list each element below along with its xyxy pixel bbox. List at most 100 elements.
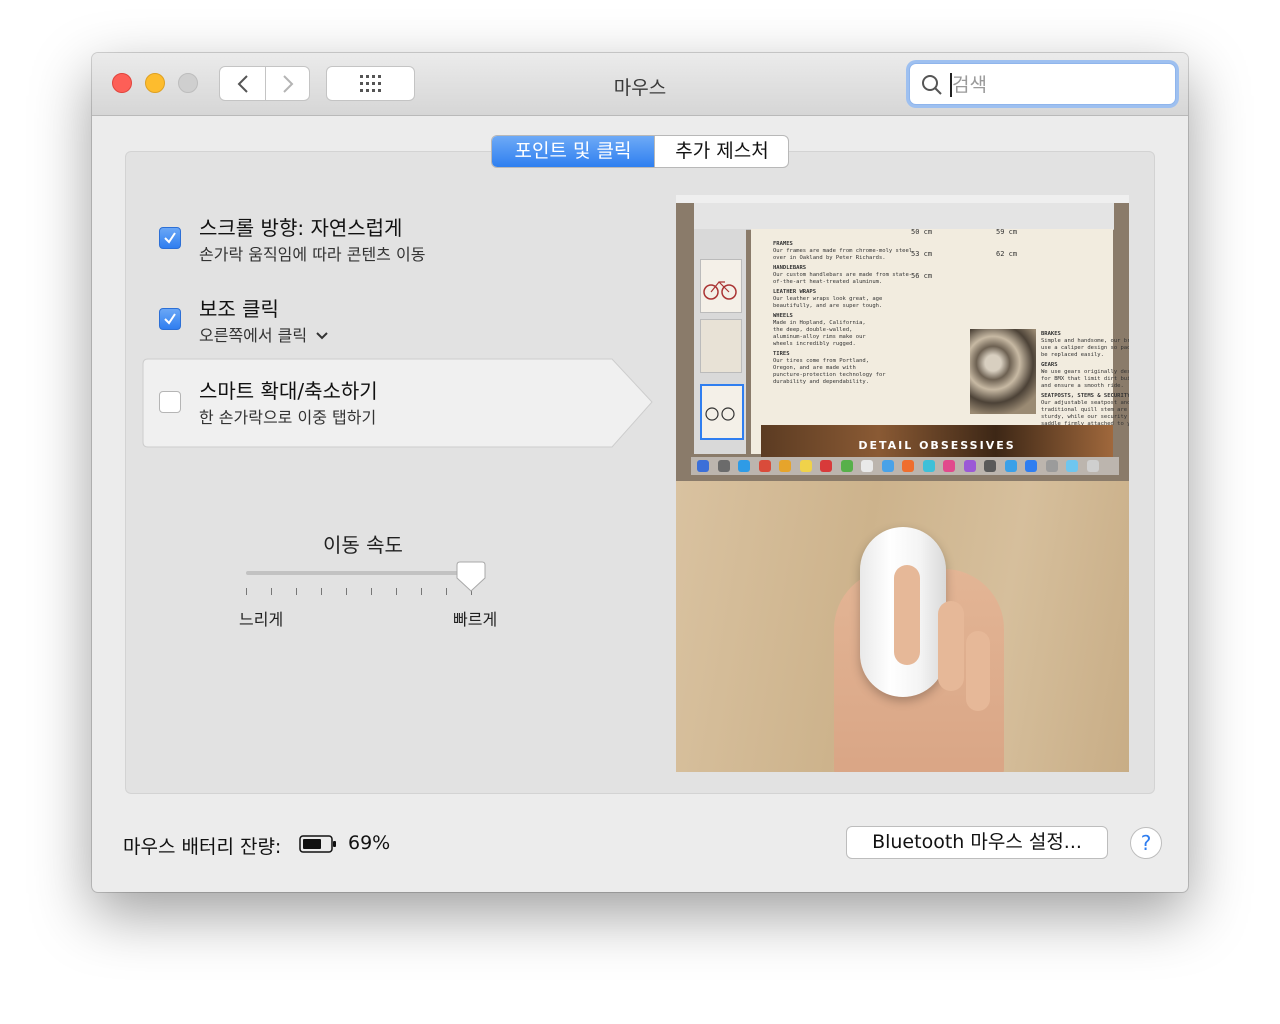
dock-app-icon — [963, 460, 976, 472]
preview-doc-line: and ensure a smooth ride. — [1041, 383, 1124, 389]
dock-app-icon — [1045, 460, 1058, 472]
preview-desk — [676, 481, 1129, 772]
preview-screen: FRAMES Our frames are made from chrome-mo… — [676, 195, 1129, 481]
tracking-speed-track[interactable] — [246, 571, 471, 575]
preview-doc-line: puncture-protection technology for — [773, 372, 886, 378]
slider-tick — [246, 588, 247, 595]
smart-zoom-title: 스마트 확대/축소하기 — [199, 379, 378, 403]
slider-tick — [396, 588, 397, 595]
preview-doc-line: for BMX that limit dirt buildup — [1041, 376, 1129, 382]
title-bar: 마우스 — [92, 53, 1188, 116]
dock-app-icon — [881, 460, 894, 472]
preview-doc-line: durability and dependability. — [773, 379, 870, 385]
scroll-direction-title: 스크롤 방향: 자연스럽게 — [199, 216, 403, 240]
preview-doc-line: Our leather wraps look great, age — [773, 296, 883, 302]
preview-doc-right-column: BRAKESSimple and handsome, our brakesuse… — [1041, 331, 1129, 431]
preview-page-thumb — [700, 319, 742, 373]
preview-doc-heading: WHEELS — [773, 313, 793, 319]
battery-label: 마우스 배터리 잔량: — [123, 836, 282, 858]
preview-doc-line: Our frames are made from chrome-moly ste… — [773, 248, 913, 254]
dock-app-icon — [922, 460, 935, 472]
preferences-window: 마우스 스크롤 방향: 자연스럽게 손가락 움직임에 따라 콘텐츠 이동 보조 … — [92, 53, 1188, 892]
smart-zoom-subtitle: 한 손가락으로 이중 탭하기 — [199, 408, 377, 427]
slider-tick — [296, 588, 297, 595]
help-button[interactable]: ? — [1130, 827, 1162, 859]
dock-app-icon — [738, 460, 750, 472]
slider-tick — [321, 588, 322, 595]
slider-tick — [421, 588, 422, 595]
size-option: 56 cm — [911, 272, 933, 280]
tracking-speed-thumb[interactable] — [456, 561, 486, 593]
preview-doc-heading: BRAKES — [1041, 331, 1061, 337]
tracking-speed-max-label: 빠르게 — [453, 610, 498, 629]
secondary-click-checkbox[interactable] — [159, 308, 181, 330]
dock-app-icon — [984, 460, 996, 472]
tracking-speed-min-label: 느리게 — [239, 610, 284, 629]
checkmark-icon — [164, 313, 176, 325]
tab-more-gestures[interactable]: 추가 제스처 — [654, 136, 788, 167]
preview-dock — [691, 457, 1119, 475]
preview-doc-heading: SEATPOSTS, STEMS & SECURITY — [1041, 393, 1129, 399]
preview-menubar — [676, 195, 1129, 203]
dock-app-icon — [1086, 460, 1099, 472]
preview-app-toolbar — [694, 203, 1114, 230]
preview-page-thumb-selected — [700, 384, 744, 440]
preview-doc-heading: TIRES — [773, 351, 790, 357]
secondary-click-title: 보조 클릭 — [199, 297, 279, 321]
preview-finger — [894, 565, 920, 665]
preview-finger — [938, 601, 964, 691]
battery-percentage: 69% — [348, 832, 391, 854]
size-option: 62 cm — [996, 250, 1018, 258]
search-icon — [922, 75, 942, 95]
dock-app-icon — [758, 460, 771, 472]
preview-page-thumb — [700, 259, 742, 313]
search-input[interactable] — [950, 72, 1169, 98]
preview-doc-line: beautifully, and are super tough. — [773, 303, 883, 309]
dock-app-icon — [820, 460, 832, 472]
preview-doc-line: Our adjustable seatpost and — [1041, 400, 1129, 406]
dock-app-icon — [902, 460, 914, 472]
preview-doc-line: wheels incredibly rugged. — [773, 341, 856, 347]
slider-tick — [271, 588, 272, 595]
preview-doc-line: Made in Hopland, California, — [773, 320, 866, 326]
chevron-down-icon — [316, 332, 328, 340]
dock-app-icon — [697, 460, 709, 472]
preview-finger — [966, 631, 990, 711]
preview-doc-line: Our tires come from Portland, — [773, 358, 870, 364]
preview-doc-line: use a caliper design so pads can — [1041, 345, 1129, 351]
preview-doc-line: the deep, double-walled, — [773, 327, 853, 333]
bluetooth-setup-button[interactable]: Bluetooth 마우스 설정... — [846, 826, 1108, 859]
dock-app-icon — [840, 460, 853, 472]
preview-banner-text: DETAIL OBSESSIVES — [858, 439, 1016, 452]
slider-tick — [371, 588, 372, 595]
size-option: 50 cm — [911, 228, 933, 236]
preview-page-thumbnails — [694, 229, 746, 454]
battery-icon — [299, 835, 336, 853]
preview-doc-heading: HANDLEBARS — [773, 265, 807, 271]
slider-tick — [446, 588, 447, 595]
preview-doc-line: sturdy, while our security bolts keep yo… — [1041, 414, 1129, 420]
settings-panel: 스크롤 방향: 자연스럽게 손가락 움직임에 따라 콘텐츠 이동 보조 클릭 오… — [125, 151, 1155, 794]
preview-doc-heading: GEARS — [1041, 362, 1058, 368]
search-field[interactable] — [909, 63, 1176, 105]
preview-doc-line: Oregon, and are made with — [773, 365, 856, 371]
smart-zoom-checkbox[interactable] — [159, 391, 181, 413]
scroll-direction-checkbox[interactable] — [159, 227, 181, 249]
preview-doc-heading: FRAMES — [773, 241, 793, 247]
preview-doc-line: be replaced easily. — [1041, 352, 1104, 358]
preview-gears-photo — [970, 329, 1036, 414]
secondary-click-dropdown[interactable]: 오른쪽에서 클릭 — [199, 322, 328, 346]
preview-doc-line: We use gears originally designed — [1041, 369, 1129, 375]
preview-doc-line: over in Oakland by Peter Richards. — [773, 255, 886, 261]
dock-app-icon — [1025, 460, 1037, 472]
dock-app-icon — [779, 460, 791, 472]
tab-point-and-click[interactable]: 포인트 및 클릭 — [492, 136, 654, 167]
scroll-direction-subtitle: 손가락 움직임에 따라 콘텐츠 이동 — [199, 245, 426, 264]
dock-app-icon — [799, 460, 812, 472]
preview-banner: DETAIL OBSESSIVES — [761, 425, 1113, 457]
dock-app-icon — [861, 460, 873, 472]
dock-app-icon — [943, 460, 955, 472]
dock-app-icon — [717, 460, 730, 472]
dock-app-icon — [1004, 460, 1017, 472]
checkmark-icon — [164, 232, 176, 244]
